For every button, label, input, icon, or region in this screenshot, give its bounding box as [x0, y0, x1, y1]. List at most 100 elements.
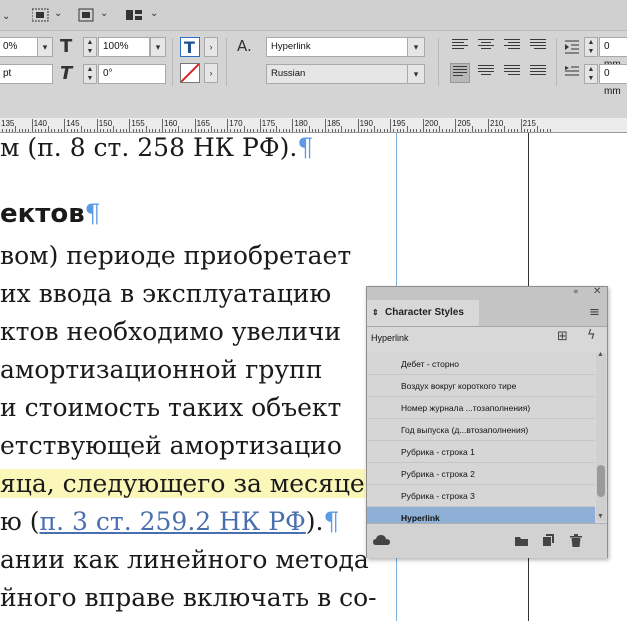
scroll-up-icon[interactable]: ▲ — [597, 351, 604, 358]
text-line[interactable]: ю (п. 3 ст. 259.2 НК РФ).¶ — [0, 507, 339, 536]
ruler-tick — [204, 129, 206, 132]
skew-stepper[interactable]: ▲ ▼ — [83, 64, 97, 84]
indent-bottom-stepper[interactable]: ▲ ▼ — [584, 64, 598, 84]
text-line[interactable]: амортизационной групп — [0, 355, 322, 384]
baseline-field[interactable]: pt — [0, 64, 53, 84]
indent-top-stepper[interactable]: ▲ ▼ — [584, 37, 598, 57]
hscale-dropdown[interactable]: ▾ — [150, 37, 166, 57]
indent-bottom-field[interactable]: 0 mm — [599, 64, 627, 97]
ruler-label: 135 — [1, 119, 15, 128]
layout-chevron-icon[interactable]: ⌄ — [150, 8, 158, 19]
ruler-tick — [442, 129, 444, 132]
text-line[interactable]: йного вправе включать в со- — [0, 583, 377, 612]
layout-icon[interactable] — [126, 8, 144, 22]
tracking-dropdown[interactable]: ▾ — [37, 37, 53, 57]
ruler-tick — [357, 119, 359, 132]
ruler-tick — [171, 129, 173, 132]
style-list-item[interactable]: Рубрика - строка 1 — [367, 441, 595, 463]
align-left-button[interactable] — [450, 37, 470, 57]
stroke-arrow-button[interactable]: › — [204, 63, 218, 83]
ruler-tick — [386, 129, 388, 132]
delete-style-icon[interactable] — [570, 534, 582, 548]
ruler-tick — [536, 126, 538, 132]
frame-grid-icon[interactable] — [32, 8, 50, 22]
ruler-tick — [47, 126, 49, 132]
style-list-item[interactable]: Рубрика - строка 3 — [367, 485, 595, 507]
ruler-tick — [399, 129, 401, 132]
text-line[interactable]: яца, следующего за месяце — [0, 469, 365, 498]
ruler-tick — [311, 129, 313, 132]
ruler-tick — [351, 129, 353, 132]
ruler-tick — [152, 129, 154, 132]
new-style-icon[interactable] — [543, 534, 555, 547]
ruler-tick — [266, 129, 268, 132]
ruler-tick — [34, 129, 36, 132]
ruler-tick — [201, 129, 203, 132]
text-run: вом) периоде приобретает — [0, 241, 352, 270]
ruler-tick — [543, 129, 545, 132]
character-style-dropdown[interactable]: ▾ — [407, 37, 425, 57]
justify-left-button[interactable] — [450, 63, 470, 83]
horizontal-ruler[interactable]: 135 140 145 150 155 160 165 170 175 180 185 190 195 2… — [0, 118, 627, 133]
ruler-tick — [148, 129, 150, 132]
text-line[interactable]: ектов¶ — [0, 199, 101, 229]
ruler-tick — [377, 129, 379, 132]
cc-libraries-icon[interactable] — [373, 534, 391, 548]
ruler-tick — [364, 129, 366, 132]
ruler-label: 165 — [196, 119, 210, 128]
highlighted-text: яца, следующего за месяце — [0, 469, 365, 498]
text-line[interactable]: и стоимость таких объект — [0, 393, 341, 422]
ruler-tick — [321, 129, 323, 132]
stroke-none-swatch[interactable] — [180, 63, 200, 83]
character-style-field[interactable]: Hyperlink — [266, 37, 408, 57]
ruler-tick — [230, 129, 232, 132]
ruler-tick — [93, 129, 95, 132]
text-line[interactable]: м (п. 8 ст. 258 НК РФ).¶ — [0, 133, 313, 162]
ruler-tick — [484, 129, 486, 132]
ruler-tick — [416, 129, 418, 132]
hscale-stepper[interactable]: ▲ ▼ — [83, 37, 97, 57]
ruler-tick — [292, 119, 294, 132]
new-folder-icon[interactable] — [515, 535, 529, 547]
language-dropdown[interactable]: ▾ — [407, 64, 425, 84]
fit-frame-chevron-icon[interactable]: ⌄ — [100, 8, 108, 19]
style-list-item[interactable]: Дебет - сторно — [367, 353, 595, 375]
left-indent-icon — [565, 40, 579, 54]
text-line[interactable]: их ввода в эксплуатацию — [0, 279, 331, 308]
justify-all-button[interactable] — [528, 63, 548, 83]
language-field[interactable]: Russian — [266, 64, 408, 84]
frame-grid-chevron-icon[interactable]: ⌄ — [54, 8, 62, 19]
ruler-tick — [100, 129, 102, 132]
style-list-item[interactable]: Рубрика - строка 2 — [367, 463, 595, 485]
list-chevron-icon[interactable]: ⌄ — [2, 8, 20, 22]
align-towards-spine-button[interactable] — [528, 37, 548, 57]
style-list-item[interactable]: Номер журнала ...тозаполнения) — [367, 397, 595, 419]
text-fill-swatch[interactable]: T — [180, 37, 200, 57]
text-line[interactable]: етствующей амортизацио — [0, 431, 342, 460]
fit-frame-icon[interactable] — [78, 8, 96, 22]
text-line[interactable]: ании как линейного метода — [0, 545, 369, 574]
justify-center-button[interactable] — [476, 63, 496, 83]
scroll-thumb[interactable] — [597, 464, 605, 497]
hscale-field[interactable]: 100% — [98, 37, 150, 57]
style-list-item[interactable]: Год выпуска (д...втозаполнения) — [367, 419, 595, 441]
ruler-tick — [243, 126, 245, 132]
ruler-tick — [540, 129, 542, 132]
fill-arrow-button[interactable]: › — [204, 37, 218, 57]
text-run: амортизационной групп — [0, 355, 323, 384]
justify-right-button[interactable] — [502, 63, 522, 83]
text-run: их ввода в эксплуатацию — [0, 279, 332, 308]
top-icon-row: ⌄ ⌄ ⌄ ⌄ — [0, 0, 627, 31]
text-line[interactable]: вом) периоде приобретает — [0, 241, 351, 270]
hyperlink-text[interactable]: п. 3 ст. 259.2 НК РФ — [39, 507, 305, 536]
style-list-item[interactable]: Воздух вокруг короткого тире — [367, 375, 595, 397]
text-line[interactable]: ктов необходимо увеличи — [0, 317, 341, 346]
skew-field[interactable]: 0° — [98, 64, 166, 84]
scroll-down-icon[interactable]: ▼ — [597, 513, 604, 520]
ruler-tick — [21, 129, 23, 132]
tracking-field[interactable]: 0% — [0, 37, 38, 57]
indent-top-field[interactable]: 0 mm — [599, 37, 627, 70]
style-list-scrollbar[interactable]: ▲ ▼ — [596, 351, 606, 521]
align-right-button[interactable] — [502, 37, 522, 57]
align-center-button[interactable] — [476, 37, 496, 57]
